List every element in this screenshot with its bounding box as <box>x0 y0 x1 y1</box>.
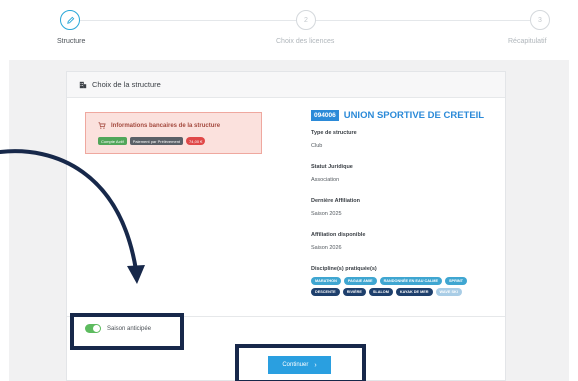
step-recap[interactable]: 3 <box>530 10 550 30</box>
pencil-icon <box>66 16 74 24</box>
card-header: Choix de la structure <box>67 72 505 98</box>
legal-status-value: Association <box>311 177 340 183</box>
button-highlight-box <box>235 344 366 381</box>
bank-badges: Compte Actif Paiement par Prélèvement 74… <box>98 137 208 145</box>
disciplines-label: Discipline(s) pratiquée(s) <box>311 266 377 272</box>
bank-info-title: Informations bancaires de la structure <box>98 122 220 129</box>
legal-status-label: Statut Juridique <box>311 164 353 170</box>
step-label-licences: Choix des licences <box>276 38 335 45</box>
discipline-pill: RANDONNÉE EN EAU CALME <box>379 277 442 285</box>
building-icon <box>79 81 87 88</box>
card-title: Choix de la structure <box>92 80 161 89</box>
cart-icon <box>98 122 106 129</box>
step-structure[interactable] <box>60 10 80 30</box>
club-header: 094006 UNION SPORTIVE DE CRETEIL <box>311 110 484 121</box>
discipline-pill: MARATHON <box>311 277 341 285</box>
step-licences[interactable]: 2 <box>296 10 316 30</box>
bank-info-title-text: Informations bancaires de la structure <box>111 122 221 129</box>
club-name: UNION SPORTIVE DE CRETEIL <box>343 110 485 121</box>
payment-method-badge: Paiement par Prélèvement <box>129 137 184 145</box>
structure-type-value: Club <box>311 143 323 149</box>
discipline-row: DESCENTE RIVIÈRE SLALOM KAYAK DE MER WAV… <box>311 288 511 296</box>
step-label-recap: Récapitulatif <box>508 38 547 45</box>
stepper-line <box>315 20 530 21</box>
last-affiliation-value: Saison 2025 <box>311 211 342 217</box>
club-code-badge: 094006 <box>311 110 339 121</box>
discipline-pill: SLALOM <box>368 288 393 296</box>
step-number: 2 <box>304 16 308 24</box>
structure-type-label: Type de structure <box>311 130 357 136</box>
account-active-badge: Compte Actif <box>98 137 127 145</box>
discipline-pill: PAGAIE AMIE <box>343 277 377 285</box>
stepper: Structure 2 Choix des licences 3 Récapit… <box>0 0 578 56</box>
available-affiliation-label: Affiliation disponible <box>311 232 366 238</box>
last-affiliation-label: Dernière Affiliation <box>311 198 360 204</box>
discipline-pill: RIVIÈRE <box>342 288 366 296</box>
stepper-line <box>78 20 297 21</box>
discipline-pill: KAYAK DE MER <box>395 288 433 296</box>
bank-info-box: Informations bancaires de la structure C… <box>85 112 262 154</box>
step-number: 3 <box>538 16 542 24</box>
toggle-highlight-box <box>70 313 184 350</box>
discipline-pill: DESCENTE <box>311 288 340 296</box>
discipline-pill: WAVE SKI <box>435 288 462 296</box>
discipline-row: MARATHON PAGAIE AMIE RANDONNÉE EN EAU CA… <box>311 277 511 285</box>
amount-badge: 74,00 € <box>186 137 206 145</box>
discipline-pills: MARATHON PAGAIE AMIE RANDONNÉE EN EAU CA… <box>311 277 511 299</box>
available-affiliation-value: Saison 2026 <box>311 245 342 251</box>
step-label-structure: Structure <box>57 38 86 45</box>
discipline-pill: SPRINT <box>445 277 467 285</box>
